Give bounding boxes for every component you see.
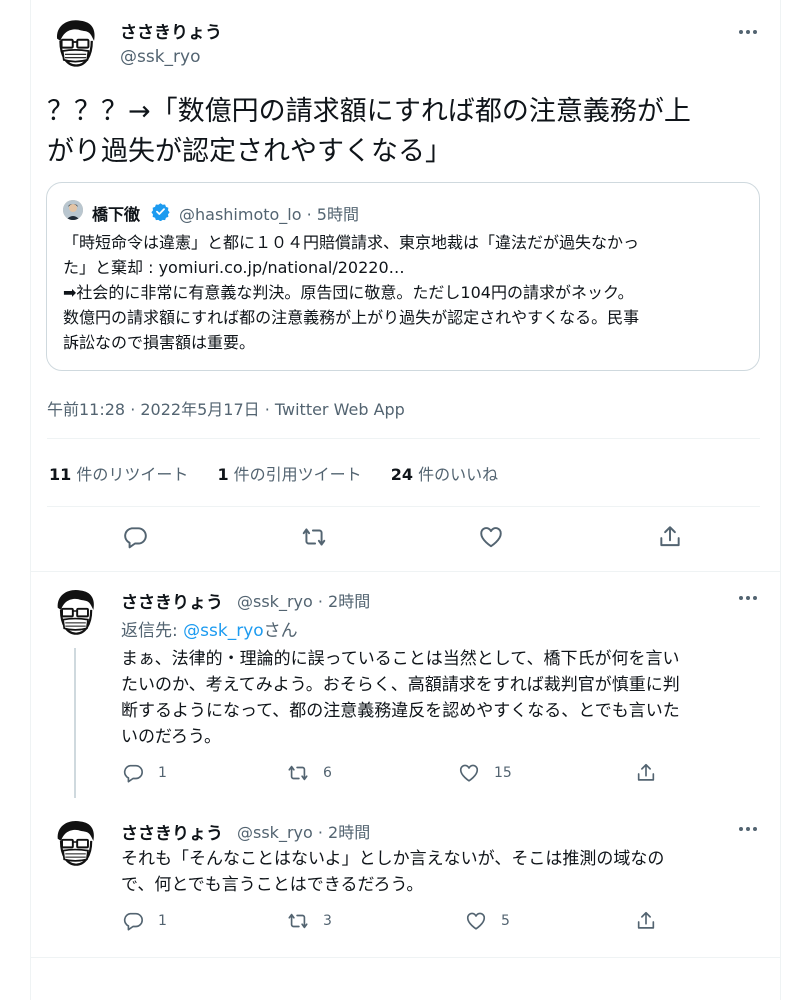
retweet-action[interactable]: 3 (287, 910, 332, 934)
replying-to-suffix: さん (263, 621, 298, 641)
reply-avatar[interactable] (48, 815, 102, 869)
heart-icon[interactable] (478, 524, 504, 550)
reply-text-line: それも「そんなことはないよ」としか言えないが、そこは推測の域なの (121, 849, 665, 869)
like-count: 24 (390, 465, 414, 484)
quoted-tweet-text: 「時短命令は違憲」と都に１０４円賠償請求、東京地裁は「違法だが過失なかっ た」と… (63, 230, 753, 355)
share-icon (635, 910, 657, 932)
reply-author-name[interactable]: ささきりょう (121, 819, 223, 844)
divider (31, 957, 780, 958)
main-tweet-text-line: ？？？→「数億円の請求額にすれば都の注意義務が上 (47, 96, 691, 127)
tweet-stats: 11 件のリツイート 1 件の引用ツイート 24 件のいいね (49, 461, 522, 485)
like-stat[interactable]: 24 件のいいね (391, 461, 498, 485)
reply-avatar[interactable] (48, 584, 102, 638)
like-count: 5 (501, 913, 510, 929)
frame-border-left (30, 0, 31, 1000)
tweet-timestamp[interactable]: 午前11:28 · 2022年5月17日 · Twitter Web App (47, 396, 405, 420)
reply-action[interactable]: 1 (122, 762, 167, 786)
quoted-author-name: 橋下徹 (92, 205, 141, 224)
retweet-count: 11 (49, 465, 72, 484)
reply-icon (122, 762, 144, 784)
retweet-icon[interactable] (301, 524, 327, 550)
reply-action[interactable]: 1 (122, 910, 167, 934)
like-action[interactable]: 15 (458, 762, 512, 786)
retweet-count: 6 (323, 765, 332, 781)
quoted-tweet-line: 「時短命令は違憲」と都に１０４円賠償請求、東京地裁は「違法だが過失なかっ (63, 233, 640, 252)
quoted-tweet-line: 数億円の請求額にすれば都の注意義務が上がり過失が認定されやすくなる。民事 (63, 308, 640, 327)
quoted-tweet-meta: @hashimoto_lo · 5時間 (179, 205, 359, 224)
quote-stat-label: 件の引用ツイート (228, 465, 362, 484)
verified-badge-icon (151, 202, 170, 222)
reply-handle-time[interactable]: @ssk_ryo · 2時間 (237, 819, 370, 843)
share-icon[interactable] (657, 524, 683, 550)
more-icon[interactable] (736, 20, 760, 44)
thread-connector-line (74, 648, 76, 798)
retweet-stat[interactable]: 11 件のリツイート (49, 461, 188, 485)
more-icon[interactable] (736, 817, 760, 841)
share-action[interactable] (635, 910, 657, 934)
main-tweet-text: ？？？→「数億円の請求額にすれば都の注意義務が上 がり過失が認定されやすくなる」 (47, 92, 762, 172)
reply-handle-time[interactable]: @ssk_ryo · 2時間 (237, 588, 370, 612)
reply-icon (122, 910, 144, 932)
retweet-icon (287, 910, 309, 932)
reply-count: 1 (158, 765, 167, 781)
quote-count: 1 (217, 465, 229, 484)
share-icon (635, 762, 657, 784)
quote-stat[interactable]: 1 件の引用ツイート (217, 461, 361, 485)
quoted-tweet-line: 訴訟なので損害額は重要。 (63, 333, 256, 352)
reply-count: 1 (158, 913, 167, 929)
retweet-stat-label: 件のリツイート (71, 465, 189, 484)
reply-text-line: いのだろう。 (121, 727, 221, 747)
quoted-author-avatar (63, 200, 83, 220)
replying-to-handle-link[interactable]: @ssk_ryo (183, 621, 264, 641)
reply-text: まぁ、法律的・理論的に誤っていることは当然として、橋下氏が何を言い たいのか、考… (121, 646, 761, 750)
main-tweet-text-line: がり過失が認定されやすくなる」 (47, 136, 452, 167)
divider (47, 438, 760, 439)
reply-text-line: で、何とでも言うことはできるだろう。 (121, 875, 424, 895)
main-tweet-avatar[interactable] (47, 14, 103, 70)
retweet-action[interactable]: 6 (287, 762, 332, 786)
share-action[interactable] (635, 762, 657, 786)
quoted-tweet-line: ➡社会的に非常に有意義な判決。原告団に敬意。ただし104円の請求がネック。 (63, 283, 634, 302)
heart-icon (458, 762, 480, 784)
heart-icon (465, 910, 487, 932)
reply-text: それも「そんなことはないよ」としか言えないが、そこは推測の域なの で、何とでも言… (121, 846, 761, 898)
reply-text-line: たいのか、考えてみよう。おそらく、高額請求をすれば裁判官が慎重に判 (121, 675, 680, 695)
replying-to-prefix: 返信先: (121, 621, 184, 641)
frame-border-right (780, 0, 781, 1000)
more-icon[interactable] (736, 586, 760, 610)
main-tweet-author-name[interactable]: ささきりょう (120, 18, 222, 43)
retweet-icon (287, 762, 309, 784)
reply-author-name[interactable]: ささきりょう (121, 588, 223, 613)
reply-text-line: まぁ、法律的・理論的に誤っていることは当然として、橋下氏が何を言い (121, 649, 680, 669)
divider (31, 571, 780, 572)
replying-to: 返信先: @ssk_ryoさん (121, 616, 298, 641)
like-action[interactable]: 5 (465, 910, 510, 934)
like-count: 15 (494, 765, 512, 781)
retweet-count: 3 (323, 913, 332, 929)
reply-icon[interactable] (122, 524, 148, 550)
like-stat-label: 件のいいね (413, 465, 499, 484)
reply-text-line: 断するようになって、都の注意義務違反を認めやすくなる、とでも言いた (121, 701, 680, 721)
divider (47, 506, 760, 507)
quoted-tweet-line: た」と棄却 : yomiuri.co.jp/national/20220… (63, 258, 405, 277)
main-tweet-author-handle[interactable]: @ssk_ryo (120, 47, 201, 67)
quoted-tweet-card[interactable]: 橋下徹 @hashimoto_lo · 5時間 「時短命令は違憲」と都に１０４円… (46, 182, 760, 371)
